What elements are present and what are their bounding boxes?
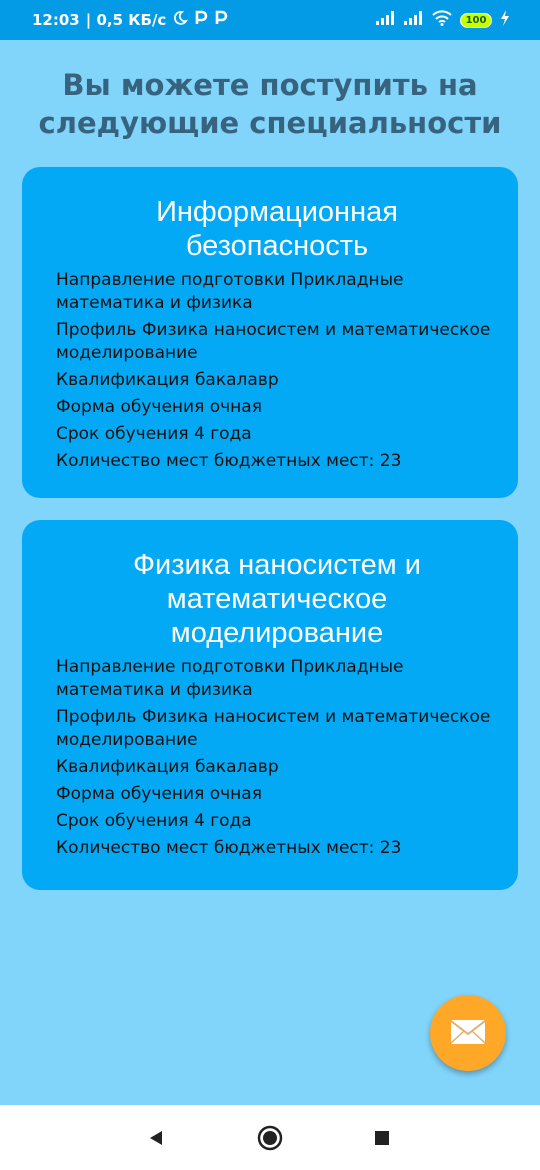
p-app-icon bbox=[214, 10, 228, 30]
status-time: 12:03 bbox=[32, 11, 80, 29]
card-form: Форма обучения очная bbox=[56, 784, 262, 804]
mail-fab-button[interactable] bbox=[430, 995, 506, 1071]
battery-icon: 100 bbox=[460, 12, 492, 28]
moon-icon bbox=[172, 10, 189, 30]
recents-icon[interactable] bbox=[367, 1123, 397, 1153]
status-left: 12:03 | 0,5 КБ/с bbox=[32, 10, 228, 30]
card-duration: Срок обучения 4 года bbox=[56, 424, 252, 444]
status-bar: 12:03 | 0,5 КБ/с 100 bbox=[0, 0, 540, 40]
signal-icon bbox=[404, 11, 424, 29]
card-form: Форма обучения очная bbox=[56, 397, 262, 417]
mail-icon bbox=[450, 1019, 486, 1048]
page-title: Вы можете поступить на следующие специал… bbox=[0, 66, 540, 142]
status-right: 100 bbox=[376, 10, 510, 30]
specialty-card[interactable]: Физика наносистем и математическое модел… bbox=[22, 520, 518, 890]
back-icon[interactable] bbox=[141, 1123, 171, 1153]
charging-icon bbox=[500, 10, 510, 30]
card-title: Информационная безопасность bbox=[156, 196, 398, 262]
specialty-card[interactable]: Информационная безопасность Направление … bbox=[22, 167, 518, 498]
wifi-icon bbox=[432, 10, 452, 30]
card-profile: Профиль Физика наносистем и математическ… bbox=[56, 707, 491, 750]
page-title-line2: следующие специальности bbox=[38, 106, 502, 140]
card-places: Количество мест бюджетных мест: 23 bbox=[56, 451, 402, 471]
card-direction: Направление подготовки Прикладные матема… bbox=[56, 657, 404, 700]
card-profile: Профиль Физика наносистем и математическ… bbox=[56, 320, 491, 363]
card-duration: Срок обучения 4 года bbox=[56, 811, 252, 831]
card-qualification: Квалификация бакалавр bbox=[56, 370, 279, 390]
home-icon[interactable] bbox=[255, 1123, 285, 1153]
card-title: Физика наносистем и математическое модел… bbox=[132, 549, 422, 649]
p-app-icon bbox=[194, 10, 208, 30]
page-title-line1: Вы можете поступить на bbox=[62, 68, 478, 102]
navigation-bar bbox=[0, 1105, 540, 1170]
card-direction: Направление подготовки Прикладные матема… bbox=[56, 270, 404, 313]
card-qualification: Квалификация бакалавр bbox=[56, 757, 279, 777]
status-speed: | 0,5 КБ/с bbox=[85, 11, 167, 29]
signal-icon bbox=[376, 11, 396, 29]
card-places: Количество мест бюджетных мест: 23 bbox=[56, 838, 402, 858]
